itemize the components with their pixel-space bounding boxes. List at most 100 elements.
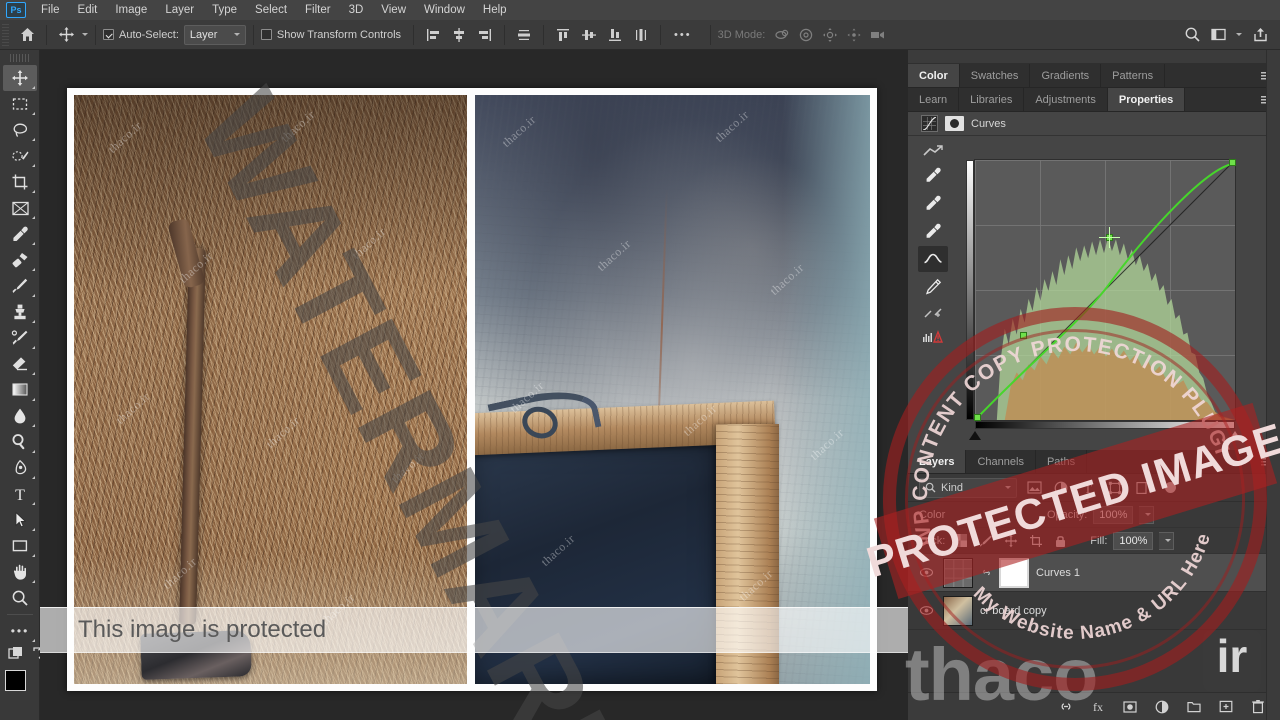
- photo-right-chalkboard[interactable]: thaco.ir thaco.ir thaco.ir thaco.ir thac…: [475, 95, 870, 684]
- menu-item-view[interactable]: View: [372, 0, 415, 20]
- opacity-value[interactable]: 100%: [1093, 505, 1134, 524]
- white-point-eyedropper[interactable]: [918, 218, 948, 244]
- tool-flyout-triangle[interactable]: [32, 639, 35, 642]
- curve-point-tool[interactable]: [918, 246, 948, 272]
- options-overflow-button[interactable]: •••: [668, 29, 698, 41]
- rectangular-marquee-tool[interactable]: [3, 91, 37, 117]
- collapsed-panel-dock[interactable]: [1266, 50, 1280, 720]
- roll-3d-icon[interactable]: [794, 23, 818, 47]
- curve-point-mid-low[interactable]: [1020, 332, 1027, 339]
- menu-item-select[interactable]: Select: [246, 0, 296, 20]
- lock-image-pixels-icon[interactable]: [976, 532, 995, 550]
- color-swatches[interactable]: [4, 670, 38, 702]
- tab-paths[interactable]: Paths: [1035, 450, 1088, 473]
- blend-mode-value[interactable]: Color: [919, 509, 1029, 521]
- eyedropper-tool[interactable]: [3, 221, 37, 247]
- tool-flyout-triangle[interactable]: [32, 554, 35, 557]
- menu-item-layer[interactable]: Layer: [156, 0, 203, 20]
- chevron-down-icon[interactable]: [82, 33, 88, 36]
- add-layer-mask-icon[interactable]: [1122, 699, 1138, 715]
- tab-color[interactable]: Color: [908, 64, 960, 87]
- edit-toolbar-icon[interactable]: •••: [3, 618, 37, 644]
- layer-filter-kind-dropdown[interactable]: Kind: [919, 477, 1017, 498]
- history-brush-tool[interactable]: [3, 325, 37, 351]
- hand-tool[interactable]: [3, 559, 37, 585]
- search-icon[interactable]: [1180, 23, 1204, 47]
- type-tool[interactable]: T: [3, 481, 37, 507]
- tool-flyout-triangle[interactable]: [32, 424, 35, 427]
- tool-flyout-triangle[interactable]: [32, 294, 35, 297]
- distribute-vertical-icon[interactable]: [629, 23, 653, 47]
- lock-all-icon[interactable]: [1051, 532, 1070, 550]
- tool-flyout-triangle[interactable]: [32, 346, 35, 349]
- tool-flyout-triangle[interactable]: [32, 502, 35, 505]
- document-window[interactable]: thaco.ir thaco.ir thaco.ir thaco.ir thac…: [67, 88, 877, 691]
- chevron-down-icon[interactable]: [1236, 33, 1242, 36]
- align-right-edges-icon[interactable]: [473, 23, 497, 47]
- zoom-tool[interactable]: [3, 585, 37, 611]
- layer-row-curves[interactable]: Curves 1: [908, 554, 1280, 592]
- rectangle-tool[interactable]: [3, 533, 37, 559]
- workspace-icon[interactable]: [1206, 23, 1230, 47]
- auto-select-scope-dropdown[interactable]: Layer: [183, 24, 246, 45]
- layer-name-clipboard-copy[interactable]: cr board copy: [980, 605, 1047, 617]
- lock-position-icon[interactable]: [1001, 532, 1020, 550]
- gradient-tool[interactable]: [3, 377, 37, 403]
- tool-flyout-triangle[interactable]: [32, 372, 35, 375]
- menu-item-type[interactable]: Type: [203, 0, 246, 20]
- menu-item-window[interactable]: Window: [415, 0, 474, 20]
- filter-pixel-icon[interactable]: [1024, 479, 1044, 497]
- menu-item-image[interactable]: Image: [106, 0, 156, 20]
- tool-flyout-triangle[interactable]: [32, 320, 35, 323]
- layer-visibility-toggle[interactable]: [916, 604, 936, 617]
- tab-swatches[interactable]: Swatches: [959, 64, 1031, 87]
- menu-item-help[interactable]: Help: [474, 0, 516, 20]
- spot-healing-brush-tool[interactable]: [3, 247, 37, 273]
- pen-tool[interactable]: [3, 455, 37, 481]
- distribute-horizontal-icon[interactable]: [512, 23, 536, 47]
- foreground-color-swatch[interactable]: [5, 670, 26, 691]
- menu-item-edit[interactable]: Edit: [69, 0, 107, 20]
- tab-patterns[interactable]: Patterns: [1101, 64, 1166, 87]
- menu-item-3d[interactable]: 3D: [340, 0, 373, 20]
- tools-panel-grip[interactable]: [9, 54, 30, 62]
- tool-flyout-triangle[interactable]: [32, 476, 35, 479]
- tool-flyout-triangle[interactable]: [32, 528, 35, 531]
- menu-item-filter[interactable]: Filter: [296, 0, 340, 20]
- delete-layer-icon[interactable]: [1250, 699, 1266, 715]
- align-horizontal-centers-icon[interactable]: [447, 23, 471, 47]
- pan-3d-icon[interactable]: [818, 23, 842, 47]
- auto-options-icon[interactable]: [918, 326, 948, 348]
- home-icon[interactable]: [15, 23, 39, 47]
- tab-libraries[interactable]: Libraries: [959, 88, 1025, 111]
- sample-in-image-icon[interactable]: [918, 142, 948, 160]
- tab-gradients[interactable]: Gradients: [1030, 64, 1102, 87]
- tool-flyout-triangle[interactable]: [32, 450, 35, 453]
- tool-flyout-triangle[interactable]: [32, 398, 35, 401]
- layer-mask-thumbnail[interactable]: [999, 557, 1029, 588]
- new-group-icon[interactable]: [1186, 699, 1202, 715]
- smooth-curve-icon[interactable]: [918, 302, 948, 324]
- tool-flyout-triangle[interactable]: [32, 112, 35, 115]
- lock-artboard-icon[interactable]: [1026, 532, 1045, 550]
- layer-style-icon[interactable]: fx: [1090, 699, 1106, 715]
- quick-mask-mode-icon[interactable]: [8, 646, 24, 664]
- fill-value[interactable]: 100%: [1113, 531, 1154, 550]
- photo-left-hay[interactable]: thaco.ir thaco.ir thaco.ir thaco.ir thac…: [74, 95, 467, 684]
- pencil-draw-tool[interactable]: [918, 274, 948, 300]
- object-selection-tool[interactable]: [3, 143, 37, 169]
- lasso-tool[interactable]: [3, 117, 37, 143]
- black-point-eyedropper[interactable]: [918, 162, 948, 188]
- collapse-panels-button[interactable]: »: [908, 50, 1280, 64]
- filter-type-icon[interactable]: T: [1078, 479, 1098, 497]
- filter-smart-object-icon[interactable]: [1132, 479, 1152, 497]
- tool-flyout-triangle[interactable]: [32, 580, 35, 583]
- curve-point-black[interactable]: [974, 414, 981, 421]
- camera-3d-icon[interactable]: [866, 23, 890, 47]
- lock-transparent-pixels-icon[interactable]: [951, 532, 970, 550]
- tool-flyout-triangle[interactable]: [32, 86, 35, 89]
- options-bar-grip[interactable]: [2, 23, 9, 46]
- slide-3d-icon[interactable]: [842, 23, 866, 47]
- photoshop-logo-icon[interactable]: Ps: [6, 2, 26, 18]
- align-top-edges-icon[interactable]: [551, 23, 575, 47]
